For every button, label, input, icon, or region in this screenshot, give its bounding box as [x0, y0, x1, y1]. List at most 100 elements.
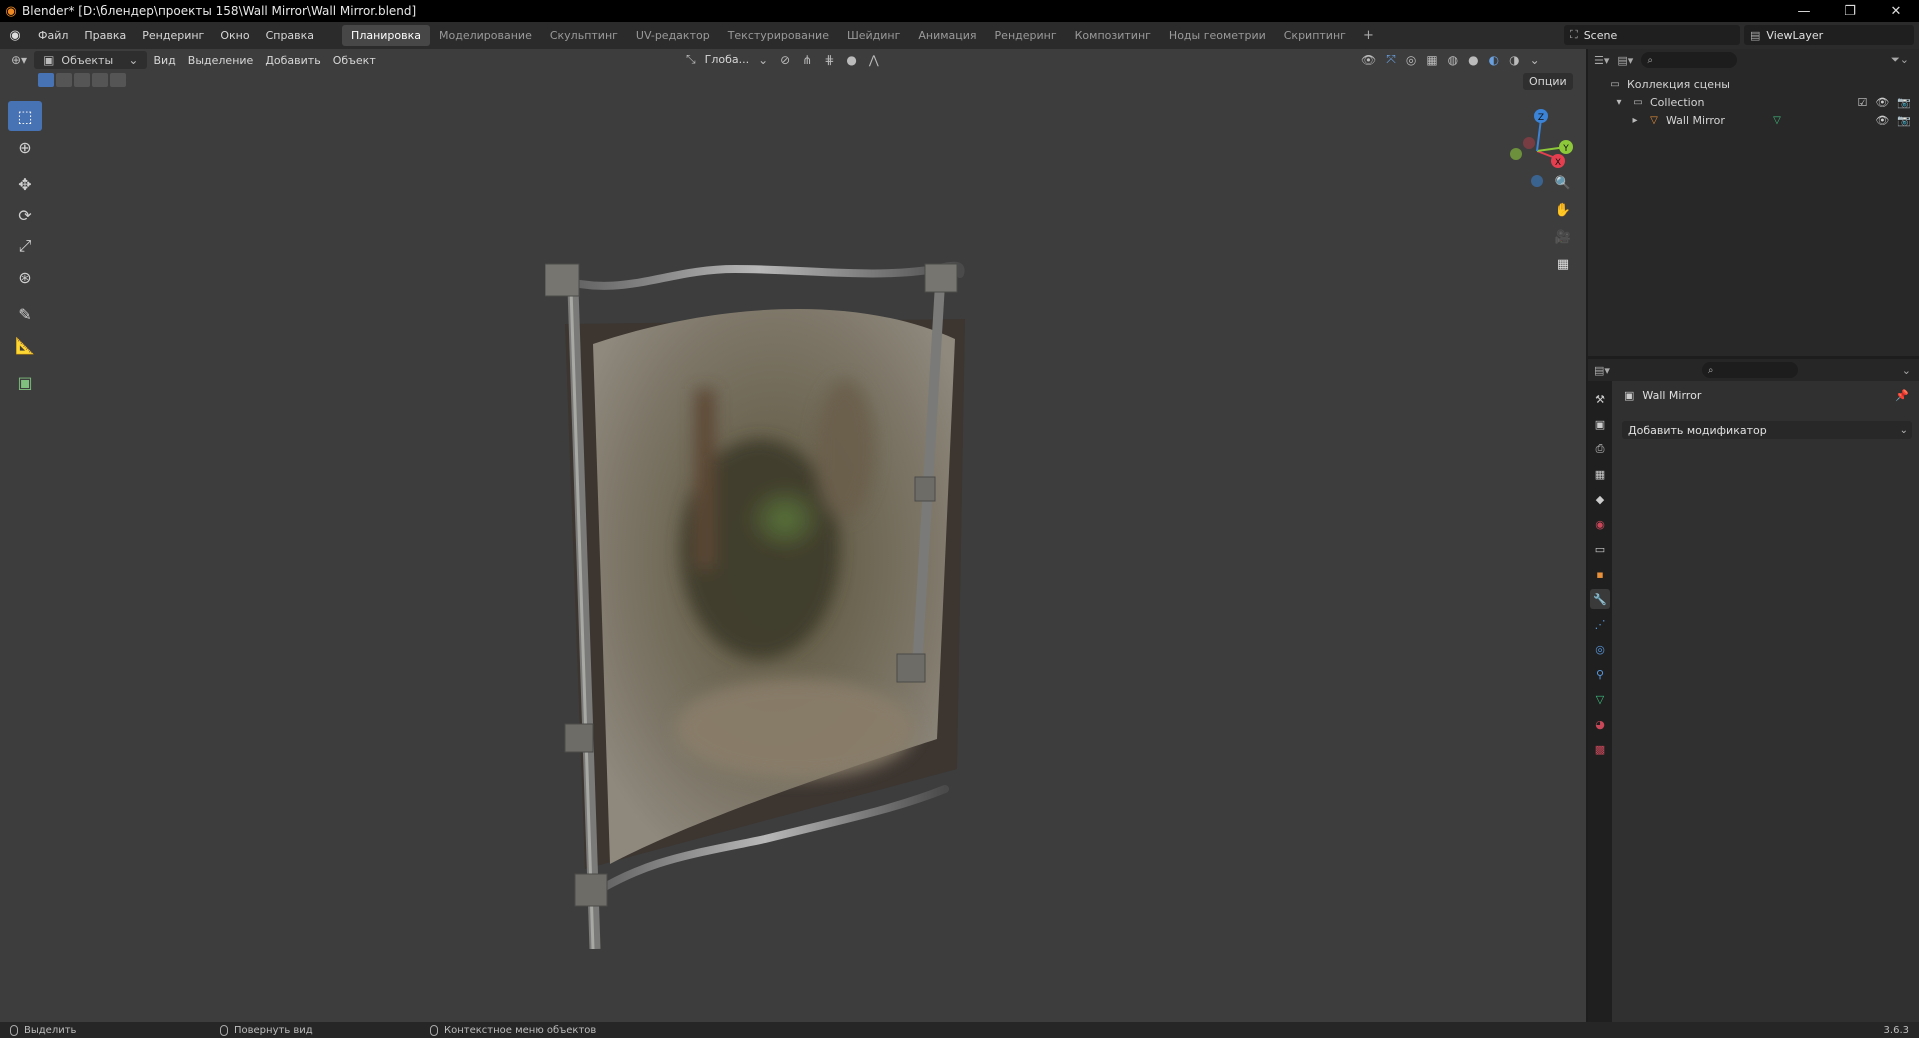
- editor-type-icon[interactable]: ⊕▾: [8, 53, 30, 67]
- gizmo-toggle-icon[interactable]: ⤧: [1383, 52, 1399, 67]
- collection-tab-icon[interactable]: ▭: [1590, 539, 1610, 559]
- scene-name[interactable]: Scene: [1584, 29, 1618, 42]
- perspective-grid-icon[interactable]: ▦: [1552, 253, 1574, 275]
- chevron-right-icon[interactable]: ▸: [1628, 114, 1642, 126]
- gizmo-neg-x[interactable]: [1523, 137, 1535, 149]
- menu-object[interactable]: Объект: [327, 54, 382, 67]
- menu-window[interactable]: Окно: [212, 29, 257, 42]
- select-intersect-icon[interactable]: [110, 73, 126, 87]
- mode-dropdown[interactable]: ▣ Объекты ⌄: [34, 51, 148, 69]
- data-tab-icon[interactable]: ▽: [1590, 689, 1610, 709]
- pin-icon[interactable]: 📌: [1895, 389, 1909, 402]
- material-shading-icon[interactable]: ◐: [1486, 53, 1502, 67]
- scale-tool[interactable]: ⤢: [8, 231, 42, 261]
- outliner-row-collection[interactable]: ▾ ▭ Collection ☑ 👁 📷: [1588, 93, 1919, 111]
- output-tab-icon[interactable]: ⎙: [1590, 439, 1610, 459]
- menu-select[interactable]: Выделение: [182, 54, 260, 67]
- rotate-tool[interactable]: ⟳: [8, 200, 42, 230]
- menu-help[interactable]: Справка: [258, 29, 322, 42]
- outliner-row-wall-mirror[interactable]: ▸ ▽ Wall Mirror ▽ 👁 📷: [1588, 111, 1919, 129]
- add-workspace-button[interactable]: +: [1355, 28, 1382, 43]
- pan-hand-icon[interactable]: ✋: [1552, 199, 1574, 221]
- scene-selector[interactable]: ⛶ Scene: [1564, 25, 1740, 45]
- snap-icon[interactable]: ⋔: [799, 53, 815, 67]
- constraints-tab-icon[interactable]: ⚲: [1590, 664, 1610, 684]
- visibility-eye-icon[interactable]: 👁: [1875, 96, 1889, 109]
- tab-layout[interactable]: Планировка: [342, 25, 431, 46]
- tab-scripting[interactable]: Скриптинг: [1275, 25, 1355, 46]
- tab-modeling[interactable]: Моделирование: [430, 25, 541, 46]
- render-camera-icon[interactable]: 📷: [1897, 114, 1911, 127]
- properties-search-input[interactable]: ⌕: [1701, 362, 1798, 378]
- view-layer-name[interactable]: ViewLayer: [1766, 29, 1823, 42]
- material-tab-icon[interactable]: ◕: [1590, 714, 1610, 734]
- select-subtract-icon[interactable]: [74, 73, 90, 87]
- gizmo-neg-z[interactable]: [1531, 175, 1543, 187]
- world-tab-icon[interactable]: ◉: [1590, 514, 1610, 534]
- chevron-down-icon[interactable]: ⌄: [1902, 364, 1911, 377]
- pivot-point-icon[interactable]: ⊘: [777, 53, 793, 67]
- tab-geometry-nodes[interactable]: Ноды геометрии: [1160, 25, 1275, 46]
- rendered-shading-icon[interactable]: ◑: [1506, 53, 1522, 67]
- tab-sculpting[interactable]: Скульптинг: [541, 25, 627, 46]
- display-mode-icon[interactable]: ▤▾: [1617, 54, 1633, 67]
- visibility-icon[interactable]: 👁: [1358, 53, 1379, 67]
- tab-animation[interactable]: Анимация: [909, 25, 985, 46]
- blender-menu-icon[interactable]: ◉: [0, 28, 30, 43]
- outliner-editor-icon[interactable]: ☰▾: [1594, 54, 1609, 67]
- minimize-button[interactable]: —: [1781, 0, 1827, 22]
- close-button[interactable]: ✕: [1873, 0, 1919, 22]
- 3d-viewport[interactable]: ⊕▾ ▣ Объекты ⌄ Вид Выделение Добавить Об…: [0, 49, 1586, 1022]
- properties-panel[interactable]: ▤▾ ⌕ ⌄ ⚒ ▣ ⎙ ▦ ◆ ◉ ▭ ▪ 🔧 ⋰ ◎ ⚲ ▽ ◕ ▩ ▣ W…: [1588, 359, 1919, 1022]
- filter-icon[interactable]: ⏷⌄: [1891, 53, 1909, 67]
- cursor-tool[interactable]: ⊕: [8, 132, 42, 162]
- texture-tab-icon[interactable]: ▩: [1590, 739, 1610, 759]
- transform-orientation-dropdown[interactable]: Глоба...: [705, 53, 749, 66]
- overlay-toggle-icon[interactable]: ◎: [1403, 53, 1419, 67]
- outliner-panel[interactable]: ☰▾ ▤▾ ⌕ ⏷⌄ ▭ Коллекция сцены ▾ ▭ Collect…: [1588, 49, 1919, 356]
- exclude-checkbox-icon[interactable]: ☑: [1857, 96, 1867, 109]
- add-cube-tool[interactable]: ▣: [8, 367, 42, 397]
- zoom-icon[interactable]: 🔍: [1552, 172, 1574, 194]
- snap-target-icon[interactable]: ⋕: [821, 53, 837, 67]
- render-camera-icon[interactable]: 📷: [1897, 96, 1911, 109]
- tab-compositing[interactable]: Композитинг: [1066, 25, 1160, 46]
- menu-render[interactable]: Рендеринг: [134, 29, 212, 42]
- outliner-search-input[interactable]: ⌕: [1641, 52, 1738, 68]
- menu-file[interactable]: Файл: [30, 29, 76, 42]
- add-modifier-dropdown[interactable]: Добавить модификатор ⌄: [1622, 421, 1912, 439]
- annotate-tool[interactable]: ✎: [8, 299, 42, 329]
- outliner-row-scene-collection[interactable]: ▭ Коллекция сцены: [1588, 75, 1919, 93]
- menu-edit[interactable]: Правка: [76, 29, 134, 42]
- select-invert-icon[interactable]: [92, 73, 108, 87]
- tab-rendering[interactable]: Рендеринг: [986, 25, 1066, 46]
- falloff-icon[interactable]: ⋀: [866, 53, 882, 67]
- transform-tool[interactable]: ⊛: [8, 262, 42, 292]
- render-tab-icon[interactable]: ▣: [1590, 414, 1610, 434]
- solid-shading-icon[interactable]: ●: [1465, 53, 1481, 67]
- tab-shading[interactable]: Шейдинг: [838, 25, 909, 46]
- options-dropdown[interactable]: Опции: [1523, 73, 1573, 90]
- gizmo-neg-y[interactable]: [1510, 148, 1522, 160]
- move-tool[interactable]: ✥: [8, 169, 42, 199]
- view-layer-selector[interactable]: ▤ ViewLayer: [1744, 25, 1914, 45]
- camera-view-icon[interactable]: 🎥: [1552, 226, 1574, 248]
- scene-tab-icon[interactable]: ◆: [1590, 489, 1610, 509]
- tab-texture-paint[interactable]: Текстурирование: [719, 25, 838, 46]
- physics-tab-icon[interactable]: ◎: [1590, 639, 1610, 659]
- proportional-edit-icon[interactable]: ●: [843, 53, 859, 67]
- tab-uv-editing[interactable]: UV-редактор: [627, 25, 719, 46]
- select-extend-icon[interactable]: [56, 73, 72, 87]
- chevron-down-icon[interactable]: ⌄: [1527, 53, 1543, 67]
- properties-editor-icon[interactable]: ▤▾: [1594, 364, 1610, 377]
- visibility-eye-icon[interactable]: 👁: [1875, 114, 1889, 127]
- wireframe-shading-icon[interactable]: ◍: [1445, 53, 1461, 67]
- menu-view[interactable]: Вид: [147, 54, 181, 67]
- wall-mirror-object[interactable]: [545, 249, 1185, 949]
- view-layer-tab-icon[interactable]: ▦: [1590, 464, 1610, 484]
- select-box-tool[interactable]: ⬚: [8, 101, 42, 131]
- object-tab-icon[interactable]: ▪: [1590, 564, 1610, 584]
- maximize-button[interactable]: ❐: [1827, 0, 1873, 22]
- menu-add[interactable]: Добавить: [259, 54, 326, 67]
- select-new-icon[interactable]: [38, 73, 54, 87]
